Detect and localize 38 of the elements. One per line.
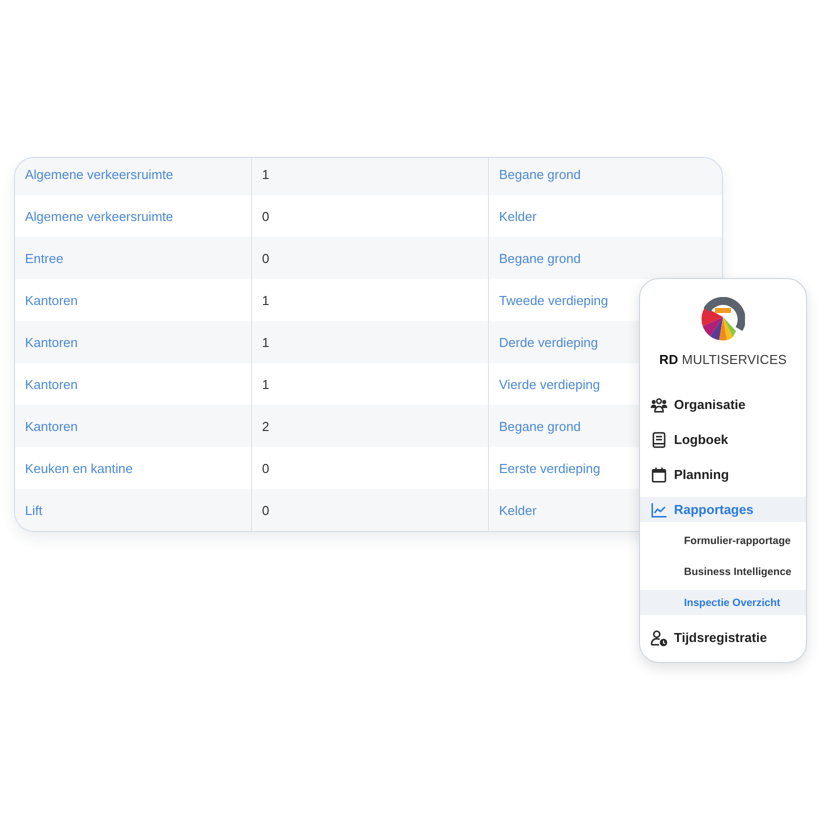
user-clock-icon bbox=[650, 628, 668, 646]
nav-subitem[interactable]: Inspectie Overzicht bbox=[640, 590, 806, 615]
table-link[interactable]: Lift bbox=[25, 502, 42, 518]
table-link[interactable]: Kantoren bbox=[25, 376, 78, 392]
table-cell: 0 bbox=[252, 237, 489, 279]
table-link[interactable]: Eerste verdieping bbox=[499, 460, 600, 476]
table-link[interactable]: Algemene verkeersruimte bbox=[25, 167, 174, 182]
brand-name: RD MULTISERVICES bbox=[659, 352, 787, 368]
table-link[interactable]: Kantoren bbox=[25, 334, 78, 350]
table-link[interactable]: Begane grond bbox=[499, 250, 581, 266]
table-link[interactable]: Kantoren bbox=[25, 418, 78, 434]
nav-subitem[interactable]: Business Intelligence bbox=[640, 559, 806, 584]
table-cell: 1 bbox=[252, 321, 489, 363]
logo-icon bbox=[701, 297, 745, 341]
book-icon bbox=[650, 430, 668, 448]
table-link[interactable]: Kelder bbox=[499, 208, 537, 224]
table-link[interactable]: Keuken en kantine bbox=[25, 460, 133, 476]
table-link[interactable]: Vierde verdieping bbox=[499, 376, 600, 392]
table-cell: 2 bbox=[252, 405, 489, 447]
table-link[interactable]: Derde verdieping bbox=[499, 334, 598, 350]
nav-item[interactable]: Logboek bbox=[640, 427, 806, 452]
table-cell: 1 bbox=[252, 158, 489, 195]
nav-subitem[interactable]: Formulier-rapportage bbox=[640, 528, 806, 553]
line-chart-icon bbox=[650, 500, 668, 518]
table-link[interactable]: Algemene verkeersruimte bbox=[25, 208, 174, 224]
table-link[interactable]: Entree bbox=[25, 250, 64, 266]
calendar-icon bbox=[650, 466, 668, 484]
table-link[interactable]: Kantoren bbox=[25, 292, 78, 308]
table-link[interactable]: Begane grond bbox=[499, 167, 581, 182]
people-icon bbox=[650, 396, 668, 414]
table-link[interactable]: Kelder bbox=[499, 502, 537, 518]
nav-item[interactable]: Planning bbox=[640, 462, 806, 487]
nav-item[interactable]: Tijdsregistratie bbox=[640, 625, 806, 650]
table-link[interactable]: Begane grond bbox=[499, 418, 581, 434]
nav-item[interactable]: Organisatie bbox=[640, 392, 806, 417]
nav-item[interactable]: Rapportages bbox=[640, 497, 806, 522]
table-link[interactable]: Tweede verdieping bbox=[499, 292, 608, 308]
table-cell: 0 bbox=[252, 489, 489, 531]
